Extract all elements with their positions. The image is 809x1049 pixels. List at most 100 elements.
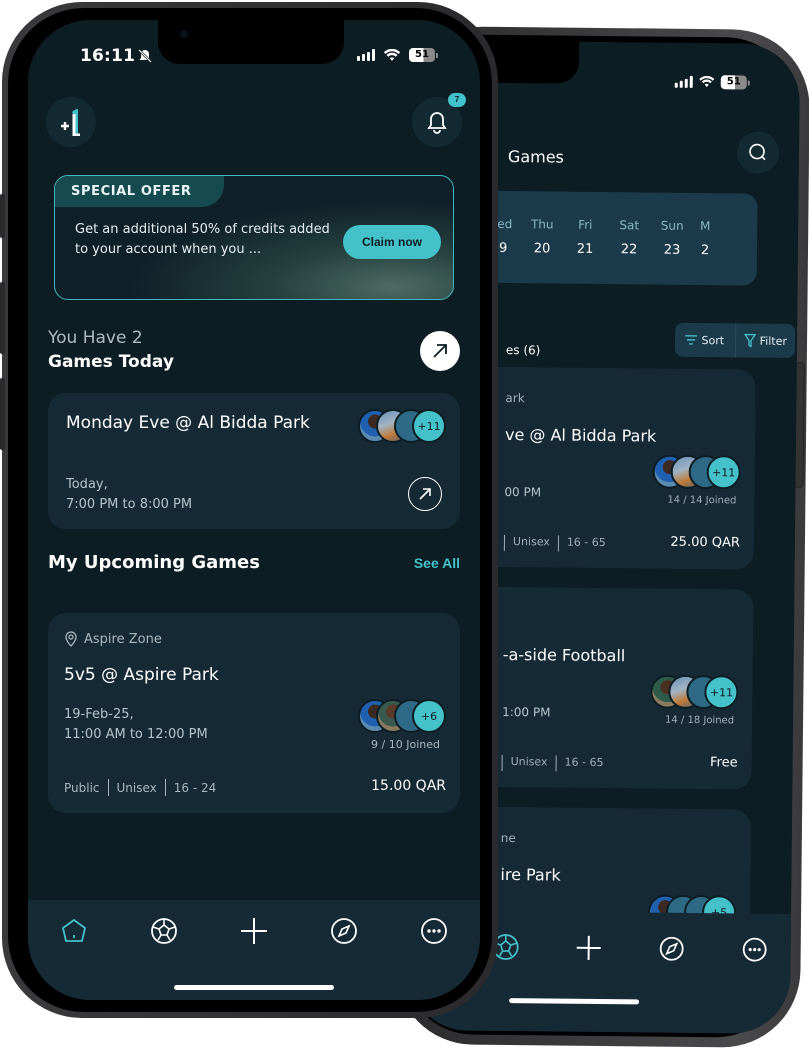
battery-icon: 51: [409, 48, 438, 62]
day-name: Thu: [530, 217, 554, 232]
day-name: M: [700, 219, 711, 234]
today-games-open-button[interactable]: [420, 331, 460, 371]
game-time: 1:00 PM: [502, 704, 551, 720]
games-count: es (6): [505, 342, 541, 358]
plus-icon: [576, 935, 601, 960]
player-avatars: +6: [358, 699, 446, 733]
bottom-nav: [28, 900, 480, 1000]
nav-more[interactable]: [418, 915, 450, 947]
tag-age: 16 - 65: [566, 535, 606, 550]
sort-label: Sort: [701, 333, 725, 347]
tag-visibility: Public: [64, 780, 100, 795]
battery-level: 51: [720, 75, 747, 90]
claim-now-button[interactable]: Claim now: [343, 225, 441, 259]
notifications-button[interactable]: 7: [412, 93, 466, 147]
date-item[interactable]: Fri 21: [565, 218, 605, 257]
today-heading-line2: Games Today: [48, 352, 174, 372]
plus-icon: [241, 918, 267, 944]
date-item[interactable]: Sat 22: [609, 218, 649, 257]
bell-muted-icon: [138, 49, 153, 63]
clock: 16:11: [80, 46, 136, 66]
game-tags: Unisex 16 - 65: [501, 754, 604, 772]
front-phone: 16:11 51 7 SPECIAL OFFER Get an addition…: [0, 2, 498, 1018]
joined-count: 14 / 14 Joined: [667, 494, 737, 507]
game-datetime: Today, 7:00 PM to 8:00 PM: [66, 475, 192, 515]
date-item[interactable]: Thu 20: [522, 217, 562, 256]
compass-icon: [659, 936, 684, 961]
date-item[interactable]: M2: [685, 219, 725, 258]
more-icon: [742, 937, 767, 962]
game-datetime: 19-Feb-25, 11:00 AM to 12:00 PM: [64, 705, 208, 745]
home-indicator: [174, 985, 334, 990]
see-all-link[interactable]: See All: [414, 555, 460, 571]
status-time: 16:11: [80, 46, 153, 66]
game-tags: Public Unisex 16 - 24: [64, 779, 216, 796]
game-time: 7:00 PM to 8:00 PM: [66, 497, 193, 512]
nav-more[interactable]: [739, 933, 771, 965]
day-date: 20: [533, 241, 551, 257]
today-heading-line1: You Have 2: [48, 328, 143, 348]
location-pin-icon: [65, 631, 77, 647]
search-button[interactable]: [736, 131, 780, 174]
tag-age: 16 - 24: [173, 780, 217, 795]
upcoming-heading: My Upcoming Games: [48, 552, 260, 573]
home-indicator: [509, 998, 640, 1005]
game-price: Free: [709, 755, 738, 771]
game-date: Today,: [66, 477, 108, 492]
game-title: 5v5 @ Aspire Park: [64, 665, 219, 685]
battery-level: 51: [409, 48, 435, 62]
compass-icon: [331, 918, 357, 944]
game-price: 25.00 QAR: [670, 534, 741, 551]
mute-switch: [0, 194, 5, 238]
page-title: Games: [507, 146, 565, 167]
open-game-button[interactable]: [408, 477, 442, 511]
volume-down-button: [0, 378, 5, 450]
game-title: ire Park: [500, 864, 561, 885]
upcoming-game-card[interactable]: Aspire Zone 5v5 @ Aspire Park 19-Feb-25,…: [48, 613, 460, 813]
day-name: Sat: [619, 218, 640, 233]
today-game-card[interactable]: Monday Eve @ Al Bidda Park Today, 7:00 P…: [48, 393, 460, 529]
game-location: ark: [505, 390, 525, 406]
extra-players-count: +11: [706, 455, 741, 490]
nav-games[interactable]: [148, 915, 180, 947]
tag-gender: Unisex: [510, 755, 548, 769]
game-price: 15.00 QAR: [371, 778, 446, 794]
game-tags: Unisex 16 - 65: [503, 534, 606, 552]
app-logo-icon: [61, 109, 80, 136]
game-title: ve @ Al Bidda Park: [504, 424, 657, 446]
wifi-icon: [699, 75, 715, 88]
nav-create[interactable]: [573, 932, 605, 964]
filter-button[interactable]: Filter: [735, 323, 795, 358]
game-location: Aspire Zone: [64, 631, 162, 647]
offer-text: Get an additional 50% of credits added t…: [75, 222, 330, 257]
player-avatars: +11: [650, 674, 739, 710]
wifi-icon: [383, 48, 401, 61]
nav-explore[interactable]: [328, 915, 360, 947]
signal-icon: [357, 49, 375, 61]
app-logo-button[interactable]: [46, 97, 96, 147]
nav-home[interactable]: [58, 915, 90, 947]
tag-gender: Unisex: [512, 535, 550, 549]
filter-icon: [743, 333, 756, 348]
arrow-up-right-icon: [419, 488, 431, 500]
extra-players-count: +11: [412, 409, 446, 443]
game-time: 00 PM: [504, 484, 542, 500]
special-offer-banner: SPECIAL OFFER Get an additional 50% of c…: [54, 175, 454, 300]
nav-explore[interactable]: [656, 933, 688, 965]
signal-icon: [674, 75, 693, 88]
offer-tag: SPECIAL OFFER: [55, 176, 224, 207]
home-icon: [62, 919, 86, 942]
sort-button[interactable]: Sort: [674, 322, 736, 358]
nav-create[interactable]: [238, 915, 270, 947]
game-card[interactable]: ark ve @ Al Bidda Park 00 PM +11 14 / 14…: [453, 366, 756, 570]
day-date: 22: [620, 242, 638, 258]
notification-badge: 7: [448, 93, 466, 107]
joined-count: 9 / 10 Joined: [371, 738, 440, 751]
date-strip: Wed 19 Thu 20 Fri 21 Sat 22 Sun 23 M2: [456, 190, 758, 286]
game-date: 19-Feb-25,: [64, 707, 134, 722]
location-name: Aspire Zone: [84, 631, 162, 647]
volume-up-button: [0, 282, 5, 354]
more-icon: [421, 918, 447, 944]
soccer-ball-icon: [151, 918, 177, 944]
day-name: Fri: [578, 217, 593, 232]
